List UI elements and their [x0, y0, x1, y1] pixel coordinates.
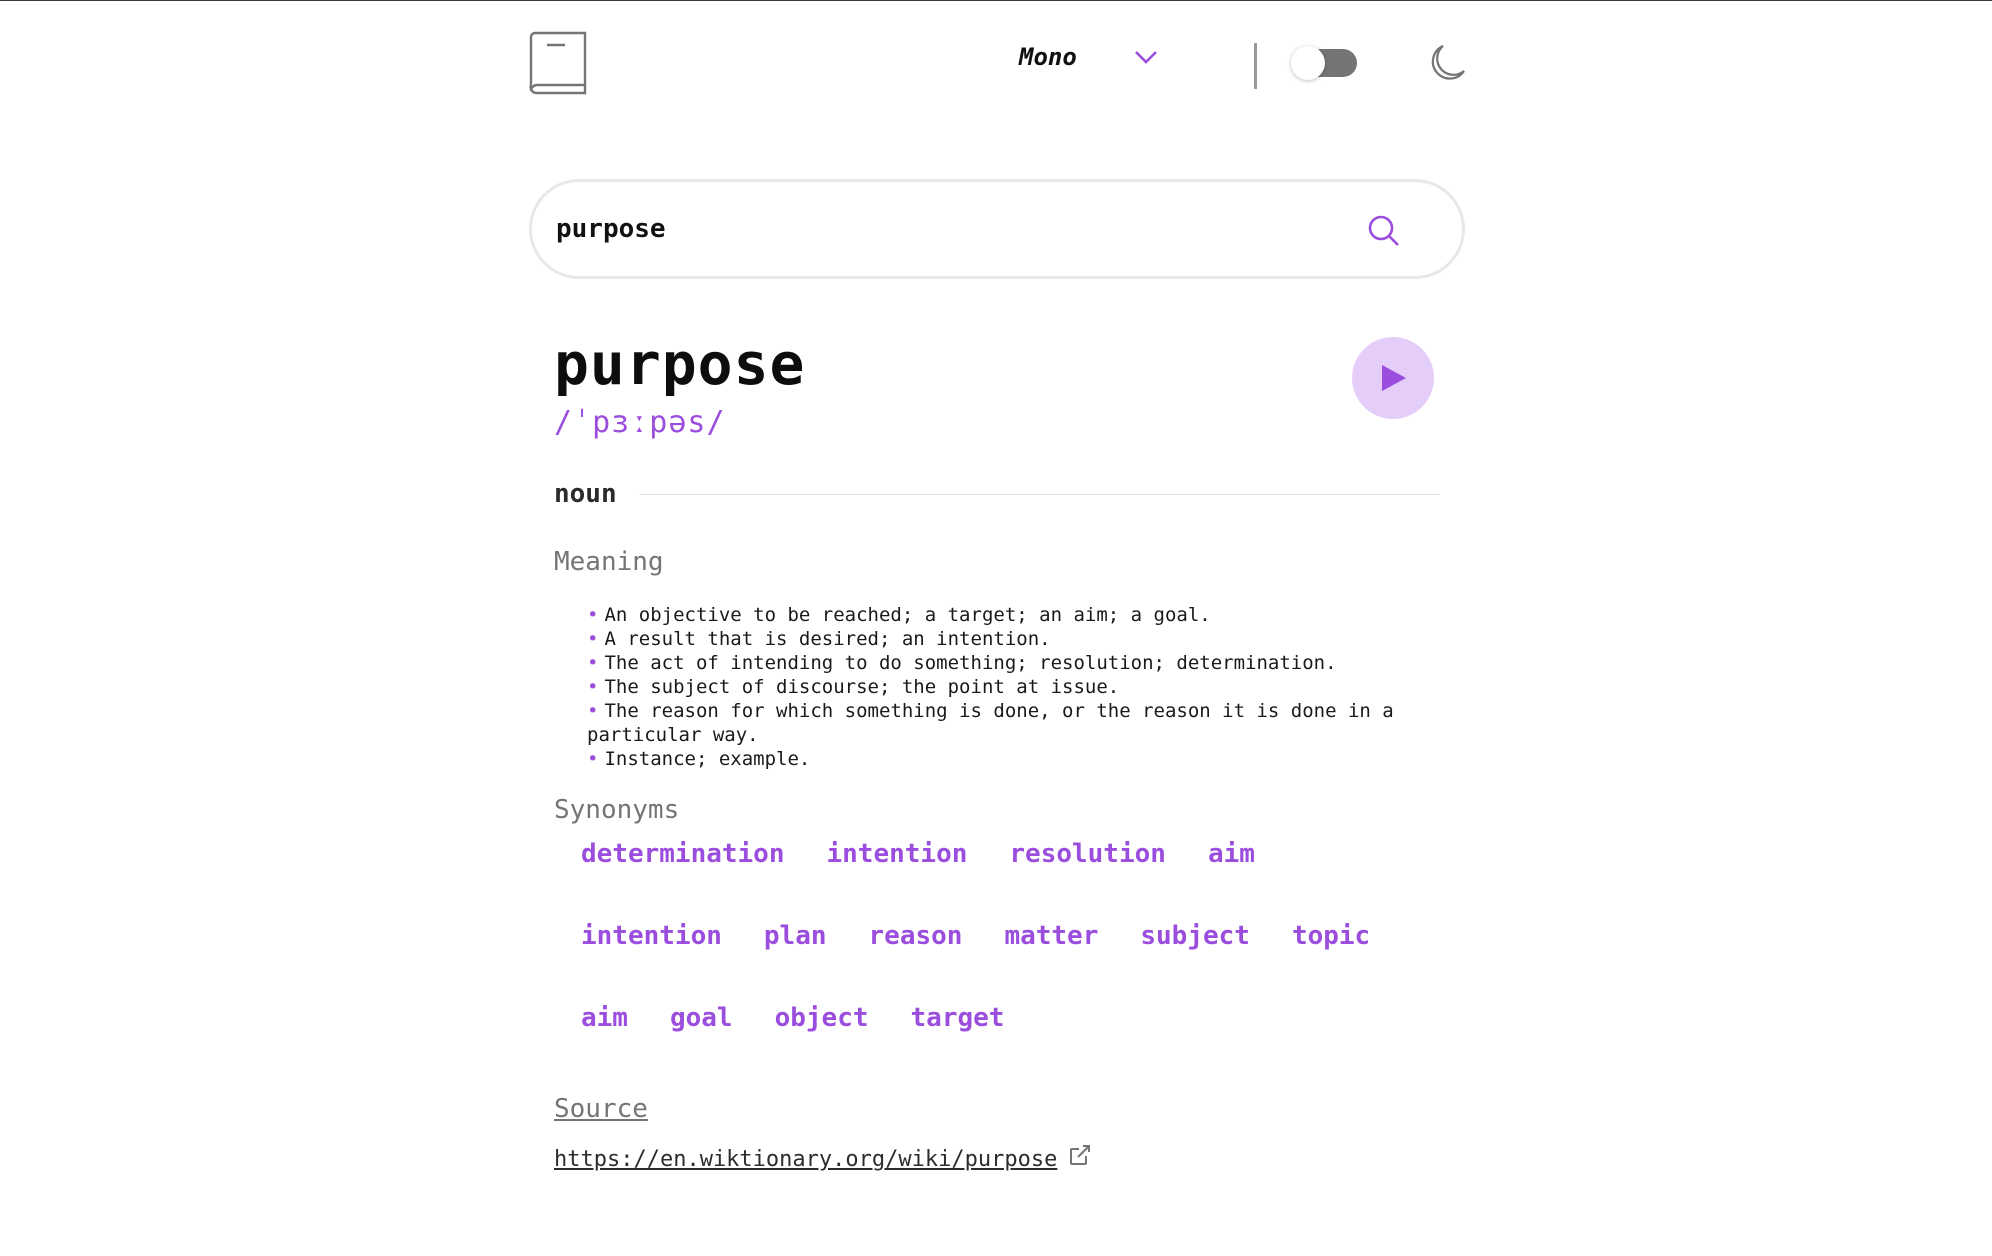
source-url[interactable]: https://en.wiktionary.org/wiki/purpose	[554, 1147, 1057, 1172]
part-of-speech-divider	[638, 493, 1440, 495]
app-container: Mono purpose /ˈpɜːpəs/ noun Meaning	[529, 1, 1465, 1256]
phonetic: /ˈpɜːpəs/	[554, 405, 726, 440]
synonym-link[interactable]: intention	[827, 829, 968, 879]
meaning-item: Instance; example.	[587, 747, 1467, 771]
synonym-link[interactable]: intention	[581, 911, 722, 961]
meaning-item: A result that is desired; an intention.	[587, 627, 1467, 651]
book-icon[interactable]	[529, 31, 587, 95]
synonym-link[interactable]: aim	[581, 993, 628, 1043]
font-selector-label: Mono	[1019, 43, 1077, 71]
synonym-link[interactable]: goal	[670, 993, 733, 1043]
meaning-item: The act of intending to do something; re…	[587, 651, 1467, 675]
synonyms-list: determination intention resolution aim i…	[581, 829, 1461, 1075]
synonyms-row: determination intention resolution aim	[581, 829, 1461, 911]
synonym-link[interactable]: reason	[869, 911, 963, 961]
toggle-knob	[1291, 46, 1325, 80]
source-link[interactable]: https://en.wiktionary.org/wiki/purpose	[554, 1144, 1091, 1172]
part-of-speech-row: noun	[554, 479, 1440, 509]
synonyms-row: intention plan reason matter subject top…	[581, 911, 1461, 993]
meaning-item: The reason for which something is done, …	[587, 699, 1467, 747]
theme-toggle[interactable]	[1291, 46, 1357, 80]
synonym-link[interactable]: aim	[1208, 829, 1255, 879]
font-selector[interactable]: Mono	[1019, 43, 1159, 71]
header-divider	[1254, 43, 1257, 89]
synonyms-heading: Synonyms	[554, 795, 680, 825]
synonyms-row: aim goal object target	[581, 993, 1461, 1075]
part-of-speech: noun	[554, 479, 617, 509]
play-audio-button[interactable]	[1352, 337, 1434, 419]
synonym-link[interactable]: plan	[764, 911, 827, 961]
word-title: purpose	[554, 330, 806, 398]
chevron-down-icon	[1134, 51, 1157, 64]
header: Mono	[529, 1, 1465, 125]
synonym-link[interactable]: subject	[1140, 911, 1250, 961]
source-heading: Source	[554, 1094, 648, 1124]
synonym-link[interactable]: topic	[1292, 911, 1370, 961]
synonym-link[interactable]: matter	[1004, 911, 1098, 961]
synonym-link[interactable]: resolution	[1009, 829, 1166, 879]
meaning-heading: Meaning	[554, 547, 664, 577]
search-input[interactable]	[556, 206, 1336, 252]
moon-icon[interactable]	[1429, 43, 1467, 83]
meaning-item: An objective to be reached; a target; an…	[587, 603, 1467, 627]
synonym-link[interactable]: object	[775, 993, 869, 1043]
synonym-link[interactable]: target	[911, 993, 1005, 1043]
search-icon[interactable]	[1367, 214, 1401, 248]
search-box	[529, 179, 1465, 279]
play-icon	[1382, 365, 1406, 391]
meaning-list: An objective to be reached; a target; an…	[587, 603, 1467, 771]
synonym-link[interactable]: determination	[581, 829, 785, 879]
meaning-item: The subject of discourse; the point at i…	[587, 675, 1467, 699]
external-link-icon	[1070, 1144, 1091, 1165]
